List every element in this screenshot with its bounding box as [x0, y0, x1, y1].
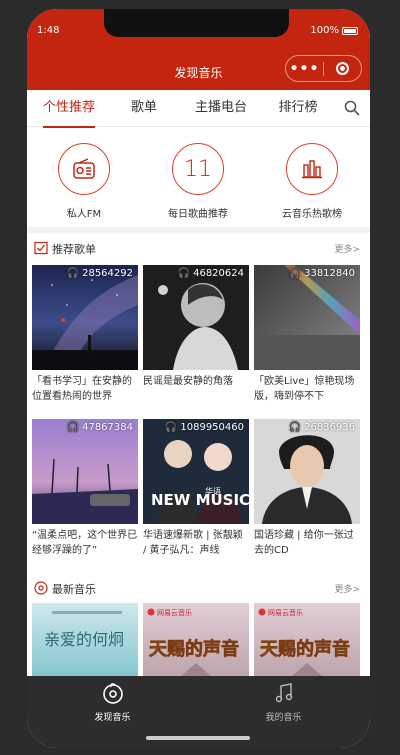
miniprogram-capsule: •••	[285, 55, 362, 82]
more-link[interactable]: 更多>	[334, 582, 360, 595]
play-count-value: 28564292	[82, 268, 133, 279]
playlist-cover: 🎧 33812840	[254, 265, 360, 370]
status-battery: 100%	[310, 25, 358, 36]
play-count-value: 46820624	[193, 268, 244, 279]
new-music-row: 亲爱的何炯 网易云音乐 天赐的声音 网易云音乐 天赐的声音	[32, 603, 365, 683]
discover-music-icon	[102, 683, 123, 704]
quick-label: 每日歌曲推荐	[168, 209, 228, 220]
playlist-card[interactable]: 🎧 33812840 「欧美Live」惊艳现场版，嗨到停不下	[254, 265, 360, 404]
new-music-card[interactable]: 网易云音乐 天赐的声音	[143, 603, 249, 683]
play-count: 🎧 33812840	[289, 268, 355, 279]
quick-label: 云音乐热歌榜	[282, 209, 342, 220]
tabbar-label: 我的音乐	[265, 713, 302, 723]
album-cover: 网易云音乐 天赐的声音	[143, 603, 249, 683]
status-time: 1:48	[37, 25, 60, 36]
album-cover: 亲爱的何炯	[32, 603, 138, 683]
playlist-title: 华语速爆新歌 | 张靓颖 / 黄子弘凡：声线	[143, 530, 243, 556]
search-icon[interactable]	[344, 100, 360, 116]
nav-bar: 发现音乐 •••	[27, 50, 370, 90]
album-badge: 网易云音乐	[157, 608, 192, 617]
quick-hot-chart[interactable]: 云音乐热歌榜	[255, 127, 369, 227]
quick-entries: 私人FM 11 每日歌曲推荐 云音乐热歌榜	[27, 127, 370, 227]
disc-icon	[34, 581, 48, 595]
quick-daily-songs[interactable]: 11 每日歌曲推荐	[141, 127, 255, 227]
close-miniprogram-button[interactable]	[324, 62, 361, 75]
play-count-value: 47867384	[82, 422, 133, 433]
playlist-cover: 🎧 47867384	[32, 419, 138, 524]
album-cover-text: 亲爱的何炯	[44, 630, 124, 649]
playlist-title: 民谣是最安静的角落	[143, 376, 233, 387]
calendar-icon: 11	[172, 143, 224, 195]
device-notch	[104, 9, 289, 37]
playlist-title: “温柔点吧，这个世界已经够浮躁的了”	[32, 530, 138, 556]
headphones-icon: 🎧	[288, 422, 302, 433]
new-music-card[interactable]: 网易云音乐 天赐的声音	[254, 603, 360, 683]
playlist-row: 🎧 28564292 「看书学习」在安静的位置看热闹的世界 🎧 46820624 民…	[32, 265, 365, 404]
battery-icon	[342, 26, 358, 35]
cover-badge-sub: 华语	[205, 486, 221, 496]
album-badge: 网易云音乐	[268, 608, 303, 617]
radio-icon	[58, 143, 110, 195]
headphones-icon: 🎧	[177, 268, 191, 279]
play-count-value: 33812840	[304, 268, 355, 279]
home-indicator	[146, 736, 250, 740]
top-tabs: 个性推荐 歌单 主播电台 排行榜	[27, 90, 370, 128]
headphones-icon: 🎧	[66, 268, 80, 279]
tab-charts[interactable]: 排行榜	[277, 90, 319, 127]
playlist-title: 国语珍藏 | 给你一张过去的CD	[254, 530, 354, 556]
playlist-row: 🎧 47867384 “温柔点吧，这个世界已经够浮躁的了” NEW MUSIC 华…	[32, 419, 365, 558]
album-cover: 网易云音乐 天赐的声音	[254, 603, 360, 683]
calendar-day: 11	[184, 156, 212, 182]
cover-badge: NEW MUSIC	[151, 491, 249, 509]
target-icon	[335, 62, 349, 75]
playlist-cover: 🎧 46820624	[143, 265, 249, 370]
album-cover-text: 天赐的声音	[260, 638, 350, 660]
tab-playlists[interactable]: 歌单	[129, 90, 159, 127]
playlist-card[interactable]: 🎧 26836936 国语珍藏 | 给你一张过去的CD	[254, 419, 360, 558]
quick-label: 私人FM	[66, 209, 102, 220]
playlist-cover: NEW MUSIC 华语 🎧 1089950460	[143, 419, 249, 524]
quick-personal-fm[interactable]: 私人FM	[27, 127, 141, 227]
new-music-card[interactable]: 亲爱的何炯	[32, 603, 138, 683]
play-count: 🎧 47867384	[67, 422, 133, 433]
playlists-header: 推荐歌单 更多>	[27, 233, 370, 263]
more-link[interactable]: 更多>	[334, 242, 360, 255]
headphones-icon: 🎧	[66, 422, 80, 433]
more-dots-icon[interactable]: •••	[286, 62, 323, 76]
playlist-card[interactable]: 🎧 47867384 “温柔点吧，这个世界已经够浮躁的了”	[32, 419, 138, 558]
playlist-cover: 🎧 28564292	[32, 265, 138, 370]
play-count: 🎧 28564292	[67, 268, 133, 279]
playlist-card[interactable]: NEW MUSIC 华语 🎧 1089950460 华语速爆新歌 | 张靓颖 / …	[143, 419, 249, 558]
battery-percent: 100%	[310, 25, 339, 36]
play-count: 🎧 26836936	[289, 422, 355, 433]
playlist-check-icon	[34, 241, 48, 255]
playlist-title: 「欧美Live」惊艳现场版，嗨到停不下	[254, 376, 355, 402]
play-count: 🎧 46820624	[178, 268, 244, 279]
section-title: 推荐歌单	[52, 243, 96, 256]
headphones-icon: 🎧	[288, 268, 302, 279]
new-music-header: 最新音乐 更多>	[27, 573, 370, 603]
phone-screen: 1:48 100% 发现音乐 ••• 个性推荐 歌单 主播电台 排行榜 私人FM…	[27, 9, 370, 748]
tab-radio[interactable]: 主播电台	[193, 90, 249, 127]
headphones-icon: 🎧	[164, 422, 178, 433]
play-count: 🎧 1089950460	[165, 422, 244, 433]
chart-bars-icon	[286, 143, 338, 195]
tabbar-label: 发现音乐	[94, 713, 131, 723]
tab-recommend[interactable]: 个性推荐	[41, 90, 97, 128]
section-title: 最新音乐	[52, 583, 96, 596]
playlist-card[interactable]: 🎧 28564292 「看书学习」在安静的位置看热闹的世界	[32, 265, 138, 404]
album-cover-text: 天赐的声音	[149, 638, 239, 660]
play-count-value: 26836936	[304, 422, 355, 433]
playlist-title: 「看书学习」在安静的位置看热闹的世界	[32, 376, 132, 402]
playlist-cover: 🎧 26836936	[254, 419, 360, 524]
playlist-card[interactable]: 🎧 46820624 民谣是最安静的角落	[143, 265, 249, 404]
play-count-value: 1089950460	[180, 422, 244, 433]
music-note-icon	[275, 683, 292, 703]
